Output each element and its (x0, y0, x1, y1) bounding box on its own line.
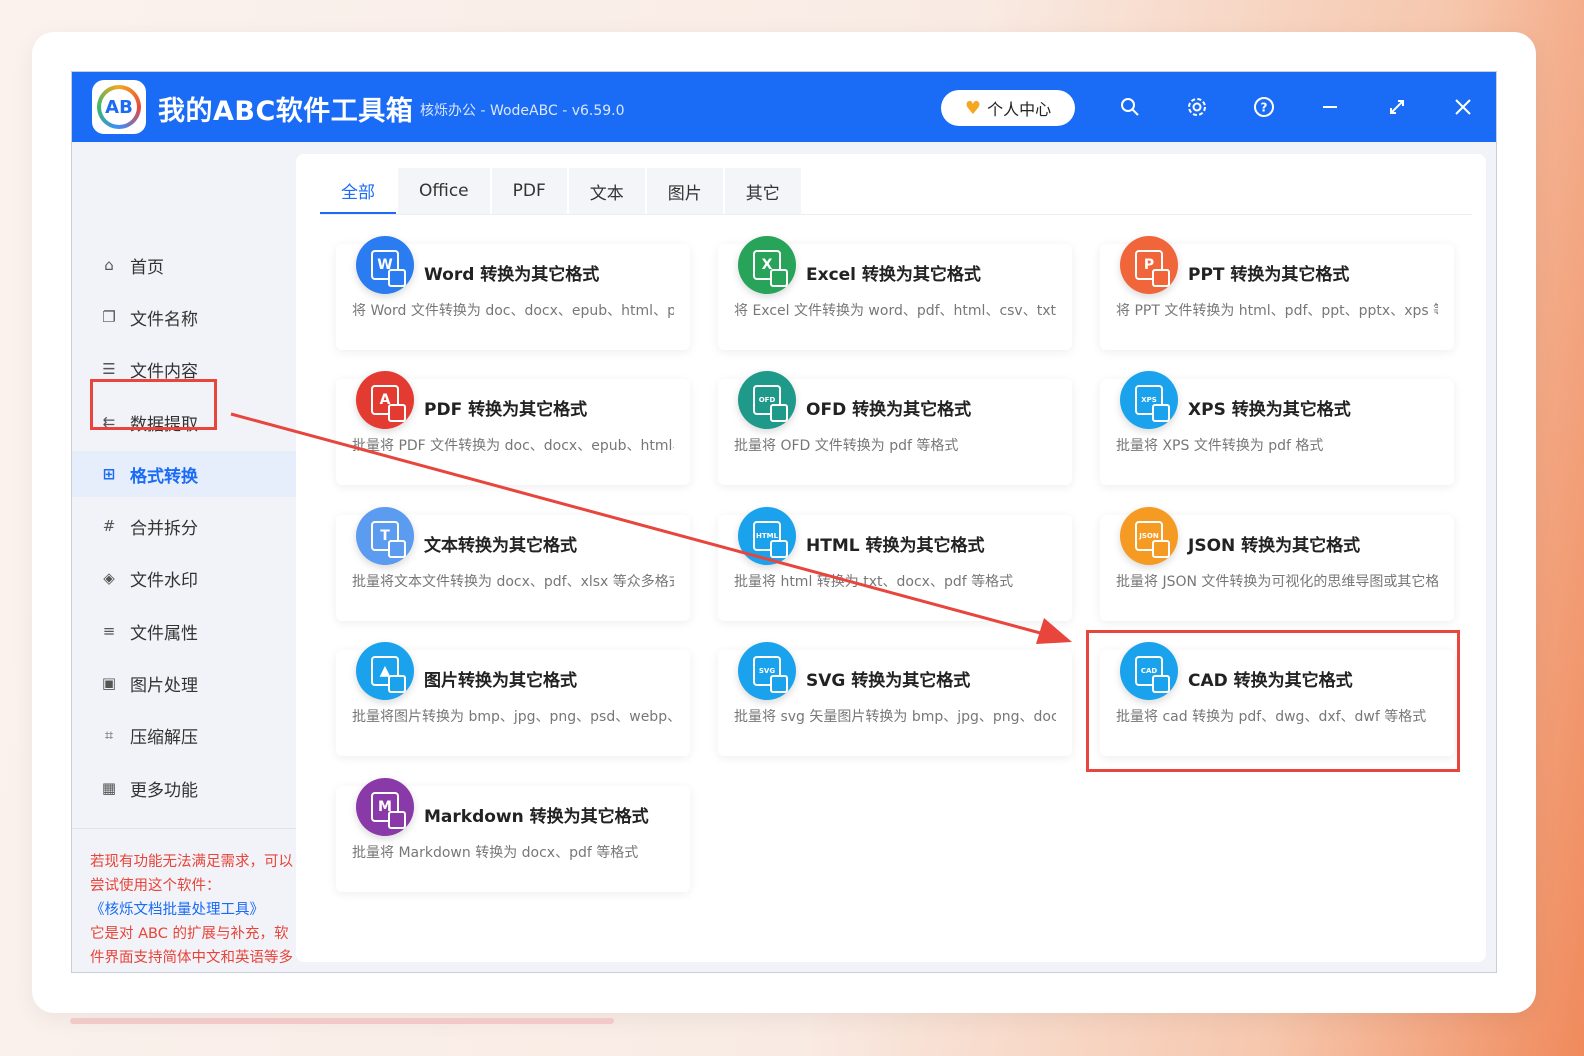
highlight-box-cad (1086, 630, 1460, 772)
search-icon[interactable] (1115, 92, 1145, 122)
card-title: 图片转换为其它格式 (424, 671, 577, 691)
shield-icon: ◈ (103, 569, 115, 587)
card-title: XPS 转换为其它格式 (1188, 400, 1351, 420)
sidebar-item-merge-split[interactable]: # 合并拆分 (72, 503, 296, 549)
card-title: PDF 转换为其它格式 (424, 400, 588, 420)
sidebar-item-compress[interactable]: ⌗ 压缩解压 (72, 712, 296, 758)
tab-office[interactable]: Office (398, 168, 490, 214)
minimize-icon[interactable] (1315, 92, 1345, 122)
card-description: 批量将 svg 矢量图片转换为 bmp、jpg、png、doc: (734, 709, 1056, 725)
card-title: Excel 转换为其它格式 (806, 265, 981, 285)
sidebar-item-image[interactable]: ▣ 图片处理 (72, 660, 296, 706)
image-convert-icon: ▲ (356, 642, 414, 700)
sidebar-note: 若现有功能无法满足需求，可以尝试使用这个软件： 《核烁文档批量处理工具》 它是对… (90, 854, 294, 966)
card-title: Markdown 转换为其它格式 (424, 807, 649, 827)
feature-card-image-convert[interactable]: ▲ 图片转换为其它格式批量将图片转换为 bmp、jpg、png、psd、webp、 (336, 642, 690, 756)
card-description: 批量将 XPS 文件转换为 pdf 格式 (1116, 438, 1324, 454)
card-description: 批量将 OFD 文件转换为 pdf 等格式 (734, 438, 959, 454)
feature-card-svg[interactable]: SVG SVG 转换为其它格式批量将 svg 矢量图片转换为 bmp、jpg、pn… (718, 642, 1072, 756)
compress-icon: ⌗ (104, 726, 114, 744)
card-description: 批量将文本文件转换为 docx、pdf、xlsx 等众多格式 (352, 574, 674, 590)
tab-pdf[interactable]: PDF (491, 168, 567, 214)
category-tabs: 全部 Office PDF 文本 图片 其它 (320, 168, 801, 214)
html-icon: HTML (738, 507, 796, 565)
horizontal-scrollbar[interactable] (70, 1018, 614, 1024)
app-window: AB 我的ABC软件工具箱 核烁办公 - WodeABC - v6.59.0 ♥… (71, 71, 1497, 973)
feature-card-word[interactable]: W Word 转换为其它格式将 Word 文件转换为 doc、docx、epub、… (336, 236, 690, 350)
pdf-icon: A (356, 371, 414, 429)
highlight-box-sidebar (90, 379, 217, 430)
svg-icon: SVG (738, 642, 796, 700)
feature-card-xps[interactable]: XPS XPS 转换为其它格式批量将 XPS 文件转换为 pdf 格式 (1100, 371, 1454, 485)
card-description: 批量将 Markdown 转换为 docx、pdf 等格式 (352, 845, 639, 861)
feature-card-text[interactable]: T 文本转换为其它格式批量将文本文件转换为 docx、pdf、xlsx 等众多格式 (336, 507, 690, 621)
card-title: HTML 转换为其它格式 (806, 536, 985, 556)
sidebar: ⌂ 首页 ❐ 文件名称 ☰ 文件内容 ⇇ 数据提取 ⊞ 格式转换 # 合并拆分 ◈ 文件水印 … (72, 142, 296, 972)
sidebar-item-format-convert[interactable]: ⊞ 格式转换 (72, 451, 296, 497)
text-icon: T (356, 507, 414, 565)
file-icon: ❐ (102, 308, 116, 326)
card-description: 将 Excel 文件转换为 word、pdf、html、csv、txt、: (734, 303, 1056, 319)
grid-icon: ▦ (101, 779, 117, 797)
list-icon: ☰ (102, 360, 116, 378)
main-panel: 全部 Office PDF 文本 图片 其它 W Word 转换为其它格式将 Wo… (296, 154, 1486, 962)
app-title: 我的ABC软件工具箱 (158, 96, 414, 127)
vip-diamond-icon: ♥ (964, 97, 982, 119)
help-icon[interactable]: ? (1249, 92, 1279, 122)
gear-icon[interactable] (1182, 92, 1212, 122)
app-subtitle: 核烁办公 - WodeABC - v6.59.0 (420, 103, 625, 119)
ofd-icon: OFD (738, 371, 796, 429)
close-icon[interactable] (1448, 92, 1478, 122)
tab-text[interactable]: 文本 (568, 168, 645, 214)
sidebar-item-watermark[interactable]: ◈ 文件水印 (72, 555, 296, 601)
home-icon: ⌂ (104, 256, 114, 274)
sidebar-item-file-properties[interactable]: ≡ 文件属性 (72, 608, 296, 654)
excel-icon: X (738, 236, 796, 294)
feature-card-ppt[interactable]: P PPT 转换为其它格式将 PPT 文件转换为 html、pdf、ppt、ppt… (1100, 236, 1454, 350)
image-icon: ▣ (101, 674, 117, 692)
json-icon: JSON (1120, 507, 1178, 565)
feature-card-ofd[interactable]: OFD OFD 转换为其它格式批量将 OFD 文件转换为 pdf 等格式 (718, 371, 1072, 485)
feature-card-json[interactable]: JSON JSON 转换为其它格式批量将 JSON 文件转换为可视化的思维导图或其… (1100, 507, 1454, 621)
sidebar-item-more[interactable]: ▦ 更多功能 (72, 765, 296, 811)
properties-icon: ≡ (102, 622, 116, 640)
card-title: OFD 转换为其它格式 (806, 400, 972, 420)
card-title: SVG 转换为其它格式 (806, 671, 971, 691)
tabs-divider (320, 214, 1472, 215)
convert-icon: ⊞ (102, 465, 116, 483)
user-center-button[interactable]: ♥ 个人中心 (941, 90, 1075, 126)
card-title: PPT 转换为其它格式 (1188, 265, 1350, 285)
svg-text:?: ? (1261, 101, 1268, 115)
feature-card-html[interactable]: HTML HTML 转换为其它格式批量将 html 转换为 txt、docx、pd… (718, 507, 1072, 621)
card-description: 批量将 JSON 文件转换为可视化的思维导图或其它格 (1116, 574, 1438, 590)
card-title: Word 转换为其它格式 (424, 265, 600, 285)
sidebar-item-home[interactable]: ⌂ 首页 (72, 242, 296, 288)
card-description: 将 PPT 文件转换为 html、pdf、ppt、pptx、xps 等; (1116, 303, 1438, 319)
maximize-icon[interactable] (1382, 92, 1412, 122)
xps-icon: XPS (1120, 371, 1178, 429)
hash-icon: # (102, 517, 116, 535)
ppt-icon: P (1120, 236, 1178, 294)
card-title: JSON 转换为其它格式 (1188, 536, 1361, 556)
card-description: 批量将 html 转换为 txt、docx、pdf 等格式 (734, 574, 1014, 590)
app-logo: AB (92, 80, 146, 134)
recommended-software-link[interactable]: 《核烁文档批量处理工具》 (90, 898, 294, 922)
card-title: 文本转换为其它格式 (424, 536, 577, 556)
title-bar: AB 我的ABC软件工具箱 核烁办公 - WodeABC - v6.59.0 ♥… (72, 72, 1496, 142)
card-description: 批量将图片转换为 bmp、jpg、png、psd、webp、 (352, 709, 674, 725)
tab-all[interactable]: 全部 (320, 168, 396, 214)
feature-card-excel[interactable]: X Excel 转换为其它格式将 Excel 文件转换为 word、pdf、htm… (718, 236, 1072, 350)
tab-image[interactable]: 图片 (646, 168, 723, 214)
feature-card-markdown[interactable]: M Markdown 转换为其它格式批量将 Markdown 转换为 docx、p… (336, 778, 690, 892)
tab-other[interactable]: 其它 (724, 168, 801, 214)
card-description: 批量将 PDF 文件转换为 doc、docx、epub、html、 (352, 438, 674, 454)
card-description: 将 Word 文件转换为 doc、docx、epub、html、pd (352, 303, 674, 319)
markdown-icon: M (356, 778, 414, 836)
sidebar-divider (72, 828, 296, 829)
sidebar-item-file-name[interactable]: ❐ 文件名称 (72, 294, 296, 340)
feature-card-pdf[interactable]: A PDF 转换为其它格式批量将 PDF 文件转换为 doc、docx、epub、… (336, 371, 690, 485)
word-icon: W (356, 236, 414, 294)
